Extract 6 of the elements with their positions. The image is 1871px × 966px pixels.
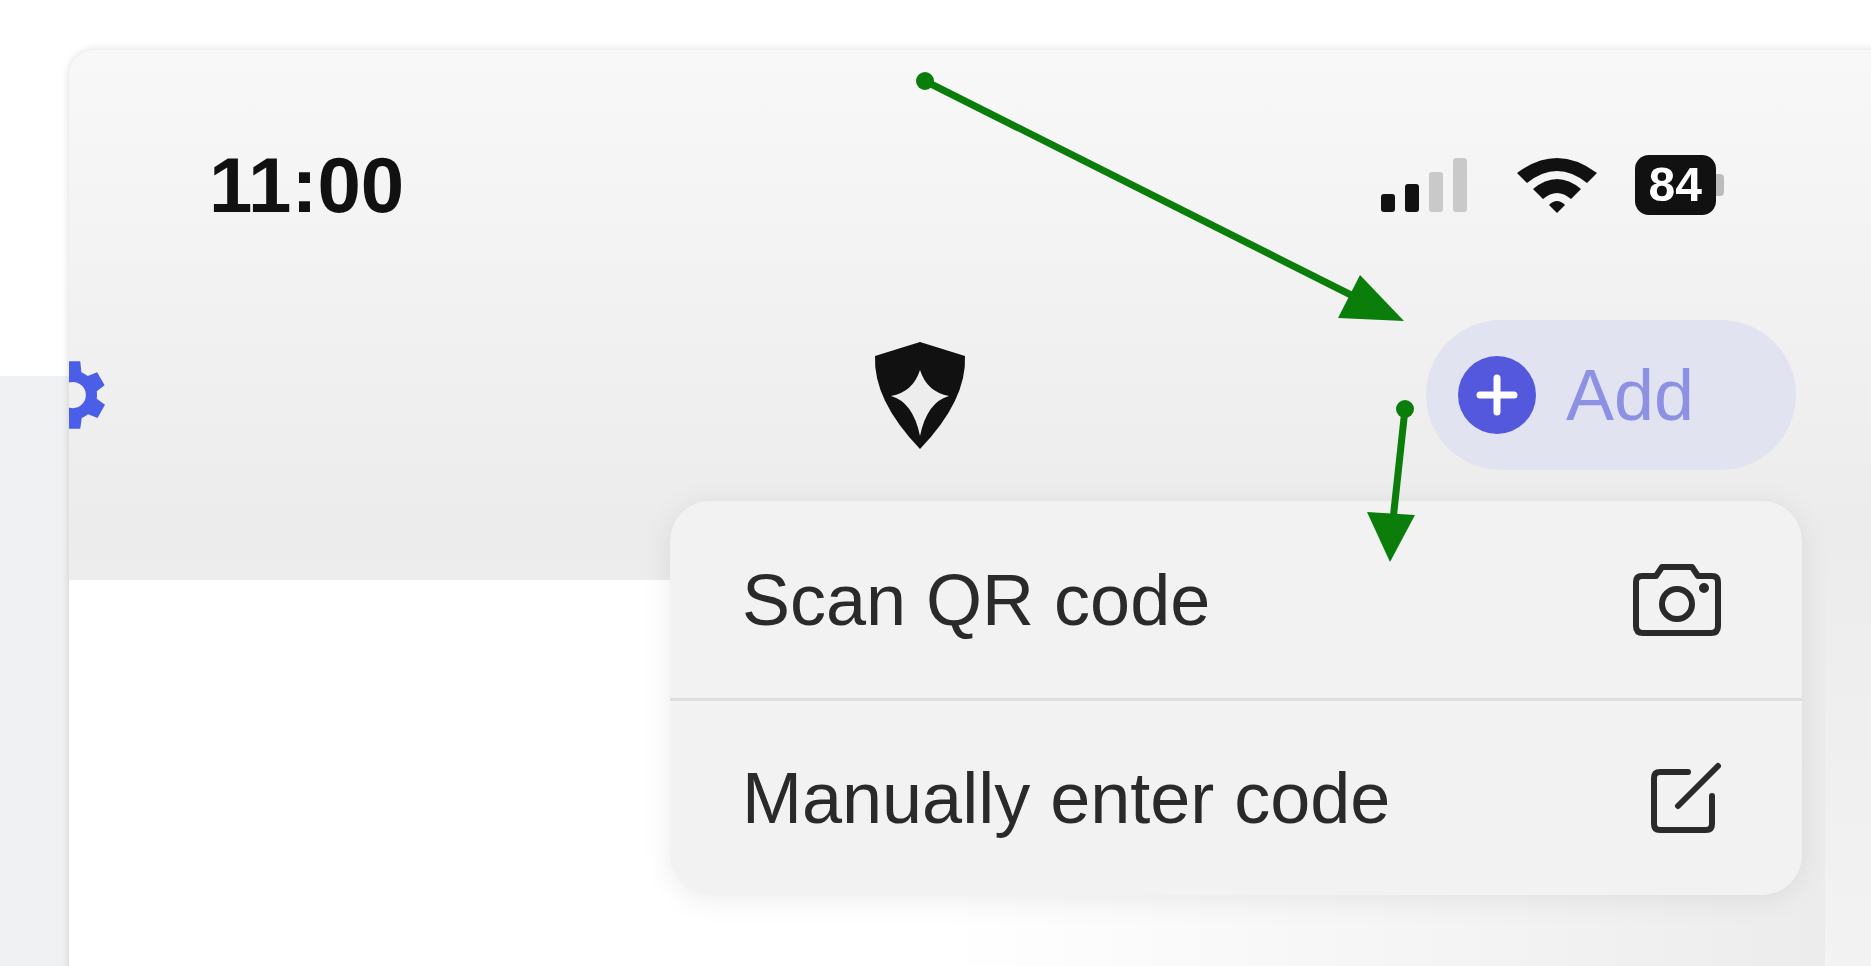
clock-time: 11:00 bbox=[209, 139, 405, 231]
battery-indicator: 84 bbox=[1634, 155, 1724, 215]
camera-icon bbox=[1630, 561, 1724, 638]
menu-item[interactable]: Scan QR code bbox=[670, 501, 1802, 698]
plus-circle-icon bbox=[1458, 356, 1536, 434]
edit-icon bbox=[1648, 760, 1724, 836]
